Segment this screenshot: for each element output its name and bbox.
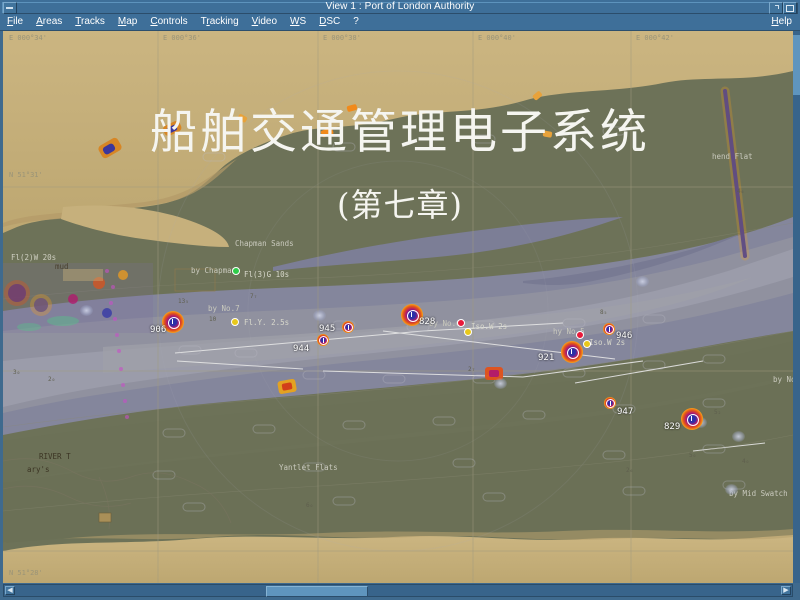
vertical-scrollbar[interactable] [793,31,800,583]
radar-echo-5 [732,431,745,442]
feature-label-by-no7: by No.7 [208,304,240,313]
sounding-value: 5₂ [714,409,722,416]
vessel-target-829[interactable] [681,408,703,430]
menu-help-question[interactable]: ? [352,14,360,30]
graticule-label-lat-2: N 51°28' [9,569,43,577]
sounding-value: 2₀ [48,376,56,383]
vessel-symbol-ring [168,317,180,329]
presentation-title: 船舶交通管理电子系统 [150,105,650,160]
menu-map[interactable]: Map [117,14,138,30]
presentation-subtitle: (第七章) [337,186,463,224]
vessel-label-947: 947 [617,407,634,417]
light-label-isow2s-a: Iso.W 2s [471,322,508,331]
feature-label-mud: mud [55,262,69,271]
buoy-isow2s-b[interactable] [576,331,584,339]
menu-video[interactable]: Video [251,14,278,30]
horizontal-scrollbar-thumb[interactable] [266,586,368,597]
buoy-fl3g10s[interactable] [232,267,240,275]
vts-application-window: View 1 : Port of London Authority File A… [0,0,800,600]
horizontal-scrollbar[interactable]: ◀ ▶ [3,584,793,597]
light-label-fl3g10s: Fl(3)G 10s [244,270,290,279]
feature-label-by-no: by No [773,375,793,384]
vertical-scrollbar-thumb[interactable] [793,35,800,95]
vessel-symbol-ring [687,414,699,426]
vessel-symbol-ring [605,325,614,334]
sounding-value: 2₆ [626,467,634,474]
vessel-target-944[interactable] [317,334,329,346]
radar-echo-7 [636,276,649,287]
graticule-label-lat-1: N 51°31' [9,171,43,179]
vessel-symbol-ring [344,323,353,332]
vessel-label-829: 829 [664,422,681,432]
vessel-label-944: 944 [293,344,310,354]
vessel-label-828: 828 [419,317,436,327]
sounding-value: 4₀ [742,458,750,465]
buoy-yellow-east[interactable] [583,340,591,348]
vessel-symbol-ring [567,347,579,359]
vessel-target-947[interactable] [604,397,616,409]
menu-items: File Areas Tracks Map Controls Tracking … [6,14,360,30]
feature-label-yantlet-flats: Yantlet Flats [279,463,338,472]
buoy-isow2s-a[interactable] [457,319,465,327]
menu-controls[interactable]: Controls [149,14,188,30]
feature-label-chapman-sands: Chapman Sands [235,239,294,248]
menu-areas[interactable]: Areas [35,14,63,30]
menu-dsc[interactable]: DSC [318,14,341,30]
scroll-left-arrow-icon[interactable]: ◀ [5,586,15,595]
sounding-value: 2₇ [468,366,476,373]
window-title-bar: View 1 : Port of London Authority [0,0,800,15]
vessel-target-921[interactable] [561,341,583,363]
menu-bar: File Areas Tracks Map Controls Tracking … [0,14,800,31]
vessel-symbol-ring [319,336,328,345]
sounding-value: 6₀ [306,502,314,509]
vessel-label-946: 946 [616,331,633,341]
light-label-flY25s: Fl.Y. 2.5s [244,318,290,327]
sounding-value: 5₀ [689,452,697,459]
graticule-label-lon-2: E 000°36' [163,34,201,42]
menu-file[interactable]: File [6,14,24,30]
menu-ws[interactable]: WS [289,14,307,30]
vessel-target-946[interactable] [603,323,615,335]
radar-echo-6 [725,484,738,495]
window-title: View 1 : Port of London Authority [325,1,475,12]
menu-tracking[interactable]: Tracking [200,14,240,30]
light-label-fl2w20s: Fl(2)W 20s [11,253,57,262]
graticule-label-lon-3: E 000°38' [323,34,361,42]
vessel-symbol-ring [407,310,419,322]
menu-help[interactable]: Help [771,14,792,30]
radar-echo-2 [313,310,326,321]
sounding-value: 7₇ [250,293,258,300]
vessel-label-945: 945 [319,324,336,334]
sounding-value: 10 [209,316,217,323]
radar-echo-1 [80,305,93,316]
menu-tracks[interactable]: Tracks [74,14,106,30]
sounding-value: 3₀ [13,369,21,376]
feature-label-river-t: RIVER T [39,452,71,461]
graticule-label-lon-1: E 000°34' [9,34,47,42]
feature-label-marys: ary's [27,465,50,474]
feature-label-by-chapman: by Chapman [191,266,237,275]
graticule-label-lon-5: E 000°42' [636,34,674,42]
vessel-symbol-ring [606,399,615,408]
vessel-target-945[interactable] [342,321,354,333]
buoy-yellow-mid[interactable] [464,328,472,336]
vessel-label-921: 921 [538,353,555,363]
sounding-value: 8₅ [600,309,608,316]
buoy-flY25s[interactable] [231,318,239,326]
sounding-value: 13₅ [178,298,189,305]
radar-echo-3 [494,378,507,389]
graticule-label-lon-4: E 000°40' [478,34,516,42]
scroll-right-arrow-icon[interactable]: ▶ [781,586,791,595]
vessel-label-906: 906 [150,325,167,335]
